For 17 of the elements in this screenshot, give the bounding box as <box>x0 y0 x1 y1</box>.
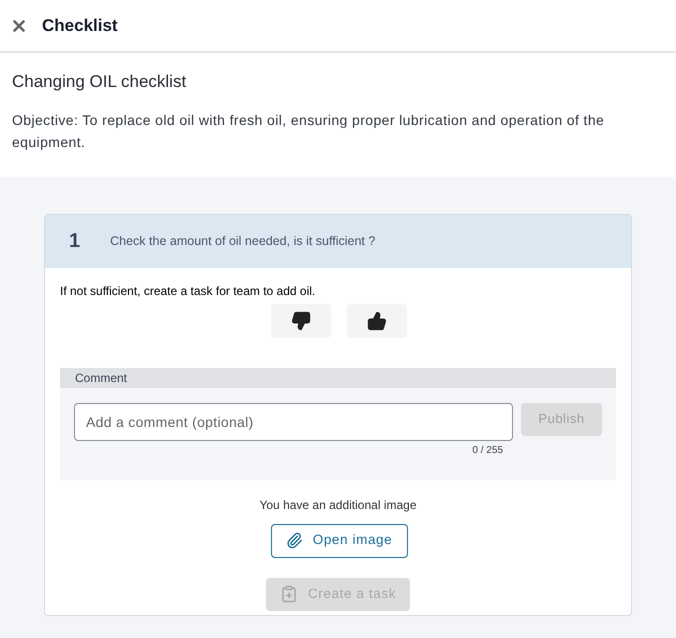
objective-text: Objective: To replace old oil with fresh oil, ensuring proper lubrication and operation of the equipment. <box>12 110 606 152</box>
paperclip-icon <box>286 532 303 549</box>
character-counter: 0 / 255 <box>472 444 503 458</box>
thumbs-down-button[interactable] <box>271 304 331 338</box>
clipboard-plus-icon <box>280 585 298 603</box>
thumbs-up-icon <box>367 310 387 330</box>
open-image-button[interactable]: Open image <box>270 524 408 558</box>
instruction-text: If not sufficient, create a task for team to add oil. <box>60 282 316 300</box>
image-note: You have an additional image <box>259 496 416 514</box>
checklist-title: Changing OIL checklist <box>12 71 188 93</box>
thumbs-up-button[interactable] <box>347 304 407 338</box>
question-number: 1 <box>69 229 80 254</box>
comment-label: Comment <box>60 368 616 388</box>
comment-field[interactable]: Add a comment (optional) <box>74 402 513 440</box>
question-text: Check the amount of oil needed, is it sufficient ? <box>110 232 376 250</box>
header-title: Checklist <box>42 14 118 37</box>
thumbs-down-icon <box>291 310 311 330</box>
